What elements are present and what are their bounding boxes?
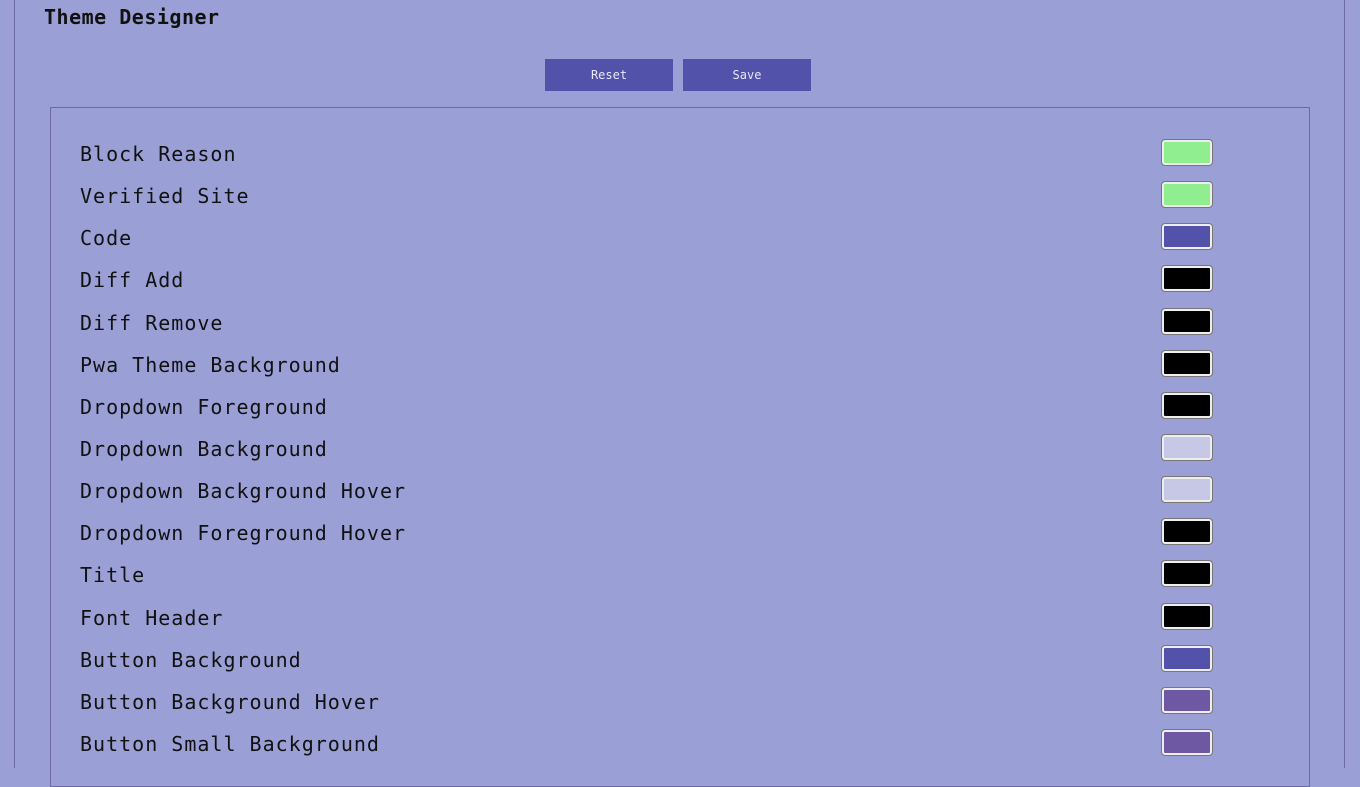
color-setting-label: Pwa Theme Background	[80, 352, 341, 377]
color-setting-label: Button Small Background	[80, 731, 380, 756]
color-setting-label: Diff Add	[80, 268, 185, 293]
color-setting-row: Font Header	[51, 598, 1309, 640]
color-picker-swatch[interactable]	[1161, 265, 1213, 293]
color-setting-row: Block Reason	[51, 134, 1309, 176]
reset-button[interactable]: Reset	[545, 59, 673, 91]
color-setting-row: Dropdown Background Hover	[51, 471, 1309, 513]
color-setting-row: Diff Add	[51, 260, 1309, 302]
color-setting-row: Dropdown Foreground	[51, 387, 1309, 429]
color-setting-row: Title	[51, 555, 1309, 597]
color-setting-label: Button Background Hover	[80, 689, 380, 714]
color-setting-row: Dropdown Background	[51, 429, 1309, 471]
color-picker-swatch[interactable]	[1161, 349, 1213, 377]
color-setting-label: Button Background	[80, 647, 302, 672]
color-settings-list: Block Reason Verified Site Code Diff Add Dif…	[51, 134, 1309, 766]
color-setting-label: Dropdown Foreground Hover	[80, 521, 407, 546]
color-setting-label: Diff Remove	[80, 310, 224, 335]
color-picker-swatch[interactable]	[1161, 728, 1213, 756]
color-setting-label: Code	[80, 226, 133, 251]
color-picker-swatch[interactable]	[1161, 560, 1213, 588]
save-button[interactable]: Save	[683, 59, 811, 91]
color-picker-swatch[interactable]	[1161, 433, 1213, 461]
color-picker-swatch[interactable]	[1161, 686, 1213, 714]
color-picker-swatch[interactable]	[1161, 644, 1213, 672]
color-picker-swatch[interactable]	[1161, 139, 1213, 166]
color-setting-row: Button Background Hover	[51, 682, 1309, 724]
color-setting-label: Title	[80, 563, 146, 588]
color-picker-swatch[interactable]	[1161, 476, 1213, 504]
color-setting-label: Dropdown Background	[80, 436, 328, 461]
color-setting-label: Font Header	[80, 605, 224, 630]
color-picker-swatch[interactable]	[1161, 181, 1213, 209]
color-setting-row: Dropdown Foreground Hover	[51, 513, 1309, 555]
color-picker-swatch[interactable]	[1161, 602, 1213, 630]
color-setting-row: Verified Site	[51, 176, 1309, 218]
color-picker-swatch[interactable]	[1161, 391, 1213, 419]
color-setting-row: Button Background	[51, 640, 1309, 682]
color-setting-row: Code	[51, 218, 1309, 260]
page-title: Theme Designer	[44, 5, 220, 29]
color-settings-panel: Block Reason Verified Site Code Diff Add Dif…	[50, 107, 1310, 787]
color-picker-swatch[interactable]	[1161, 223, 1213, 251]
color-setting-label: Verified Site	[80, 184, 250, 209]
color-setting-row: Button Small Background	[51, 724, 1309, 766]
color-setting-label: Dropdown Foreground	[80, 394, 328, 419]
color-setting-row: Pwa Theme Background	[51, 345, 1309, 387]
color-setting-row: Diff Remove	[51, 303, 1309, 345]
color-setting-label: Dropdown Background Hover	[80, 479, 407, 504]
color-picker-swatch[interactable]	[1161, 518, 1213, 546]
color-setting-label: Block Reason	[80, 142, 237, 166]
color-picker-swatch[interactable]	[1161, 307, 1213, 335]
